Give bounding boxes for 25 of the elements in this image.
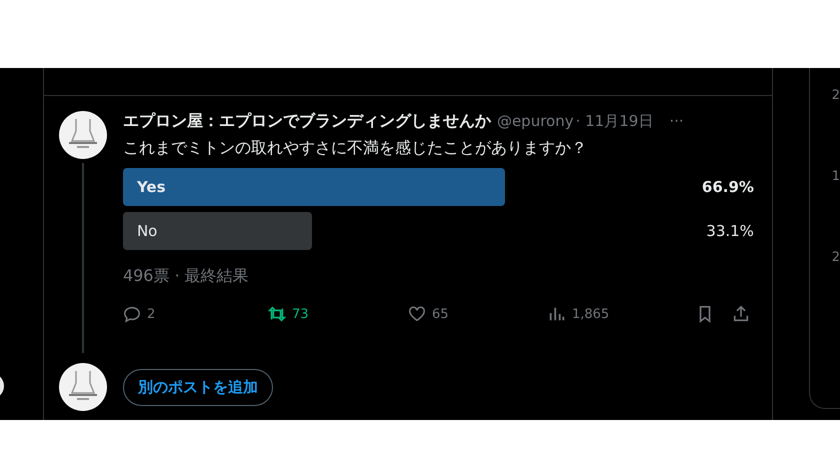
action-count: 65 (432, 306, 448, 322)
poll-option-label: Yes (136, 178, 166, 196)
add-post-button[interactable]: 別のポストを追加 (122, 368, 273, 406)
action-count: 2 (146, 306, 156, 322)
post-text: これまでミトンの取れやすさに不満を感じたことがありますか？ (122, 138, 588, 159)
trend-meta[interactable]: 2 (832, 88, 840, 103)
repost-icon[interactable] (268, 305, 286, 323)
poll-percent: 66.9% (700, 178, 754, 196)
reply-icon[interactable] (122, 305, 141, 323)
action-count: 1,865 (572, 306, 610, 322)
poll-option-label: No (136, 222, 158, 240)
more-button[interactable]: ··· (669, 112, 684, 130)
action-count: 73 (292, 306, 308, 322)
avatar (59, 111, 108, 159)
handle[interactable]: @epurony (496, 112, 574, 130)
bar-chart-icon[interactable] (548, 305, 566, 323)
trend-meta[interactable]: 1 (832, 169, 840, 184)
trend-meta[interactable]: 2 (832, 250, 840, 265)
poll-summary: 496票 · 最終結果 (122, 266, 250, 287)
share-icon[interactable] (732, 305, 750, 323)
poll-percent: 33.1% (705, 222, 754, 240)
heart-icon[interactable] (408, 305, 426, 323)
post-time[interactable]: · 11月19日 (576, 112, 654, 131)
display-name[interactable]: エプロン屋：エプロンでブランディングしませんか (122, 111, 491, 132)
avatar (59, 363, 108, 411)
